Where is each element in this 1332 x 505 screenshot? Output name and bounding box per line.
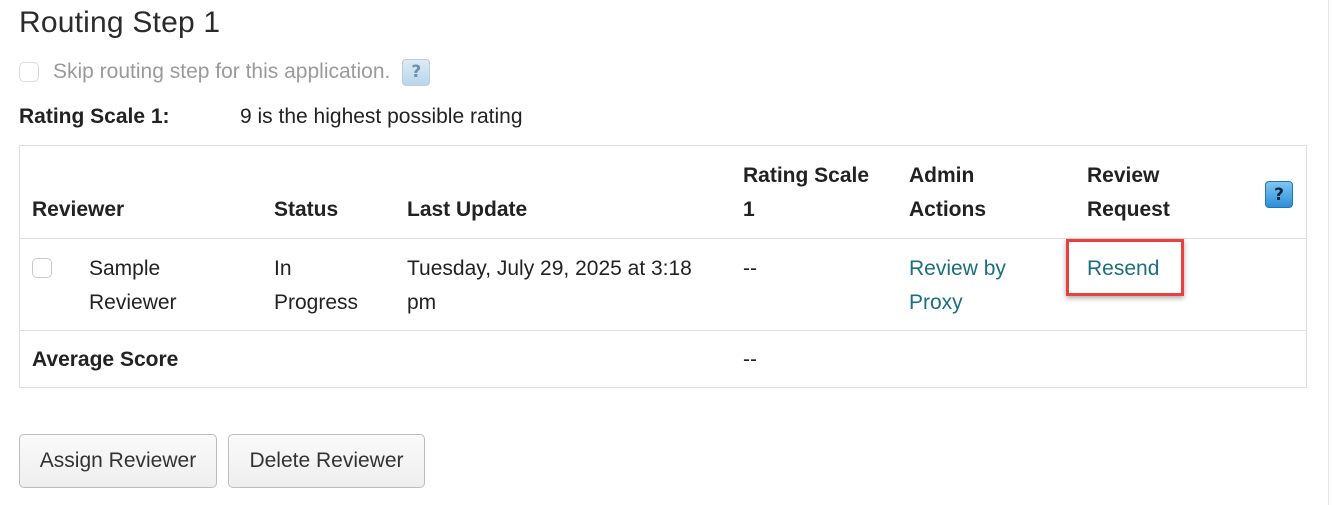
header-admin-line1: Admin (909, 164, 975, 187)
last-update-line2: pm (407, 291, 437, 314)
rating-scale-value: 9 is the highest possible rating (240, 105, 523, 128)
page-title: Routing Step 1 (19, 6, 221, 39)
skip-routing-checkbox[interactable] (19, 62, 39, 82)
table-header: Reviewer Status Last Update Rating Scale… (20, 146, 1306, 239)
last-update-line1: Tuesday, July 29, 2025 at 3:18 (407, 257, 692, 280)
skip-routing-row: Skip routing step for this application. … (19, 58, 431, 86)
header-rating-scale: Rating Scale 1 (743, 159, 869, 227)
average-score-value: -- (743, 348, 757, 371)
reviewers-table: Reviewer Status Last Update Rating Scale… (19, 145, 1307, 388)
resend-link[interactable]: Resend (1087, 252, 1159, 286)
assign-reviewer-button[interactable]: Assign Reviewer (19, 434, 217, 488)
header-status: Status (274, 198, 339, 221)
question-icon[interactable]: ? (1265, 181, 1293, 208)
right-divider (1328, 0, 1329, 505)
rating-scale-info: Rating Scale 1: 9 is the highest possibl… (19, 105, 523, 129)
status-line1: In (274, 257, 292, 280)
header-request-line1: Review (1087, 164, 1160, 187)
status-line2: Progress (274, 291, 359, 314)
header-review-request: Review Request (1087, 159, 1170, 227)
row-select-checkbox[interactable] (32, 258, 52, 278)
header-request-line2: Request (1087, 198, 1170, 221)
delete-reviewer-button[interactable]: Delete Reviewer (228, 434, 425, 488)
reviewer-name-line2: Reviewer (89, 291, 177, 314)
routing-step-page: Routing Step 1 Skip routing step for thi… (0, 0, 1332, 505)
table-row: Sample Reviewer In Progress Tuesday, Jul… (20, 239, 1306, 331)
resend-highlight: Resend (1066, 239, 1184, 296)
header-last-update: Last Update (407, 198, 528, 221)
skip-routing-label: Skip routing step for this application. (53, 60, 391, 83)
last-update: Tuesday, July 29, 2025 at 3:18 pm (407, 252, 692, 320)
header-rating-line2: 1 (743, 198, 755, 221)
header-admin-actions: Admin Actions (909, 159, 986, 227)
header-reviewer: Reviewer (32, 198, 125, 221)
average-score-row: Average Score -- (20, 331, 1306, 387)
header-rating-line1: Rating Scale (743, 164, 870, 187)
reviewer-name-line1: Sample (89, 257, 161, 280)
average-score-label: Average Score (32, 348, 179, 371)
header-admin-line2: Actions (909, 198, 987, 221)
review-by-proxy-link[interactable]: Review by Proxy (909, 252, 1006, 320)
reviewer-name: Sample Reviewer (89, 252, 177, 320)
reviewer-status: In Progress (274, 252, 358, 320)
rating-value: -- (743, 257, 757, 280)
question-icon[interactable]: ? (402, 58, 431, 86)
proxy-line2: Proxy (909, 291, 963, 314)
rating-scale-label: Rating Scale 1: (19, 105, 170, 128)
proxy-line1: Review by (909, 257, 1006, 280)
